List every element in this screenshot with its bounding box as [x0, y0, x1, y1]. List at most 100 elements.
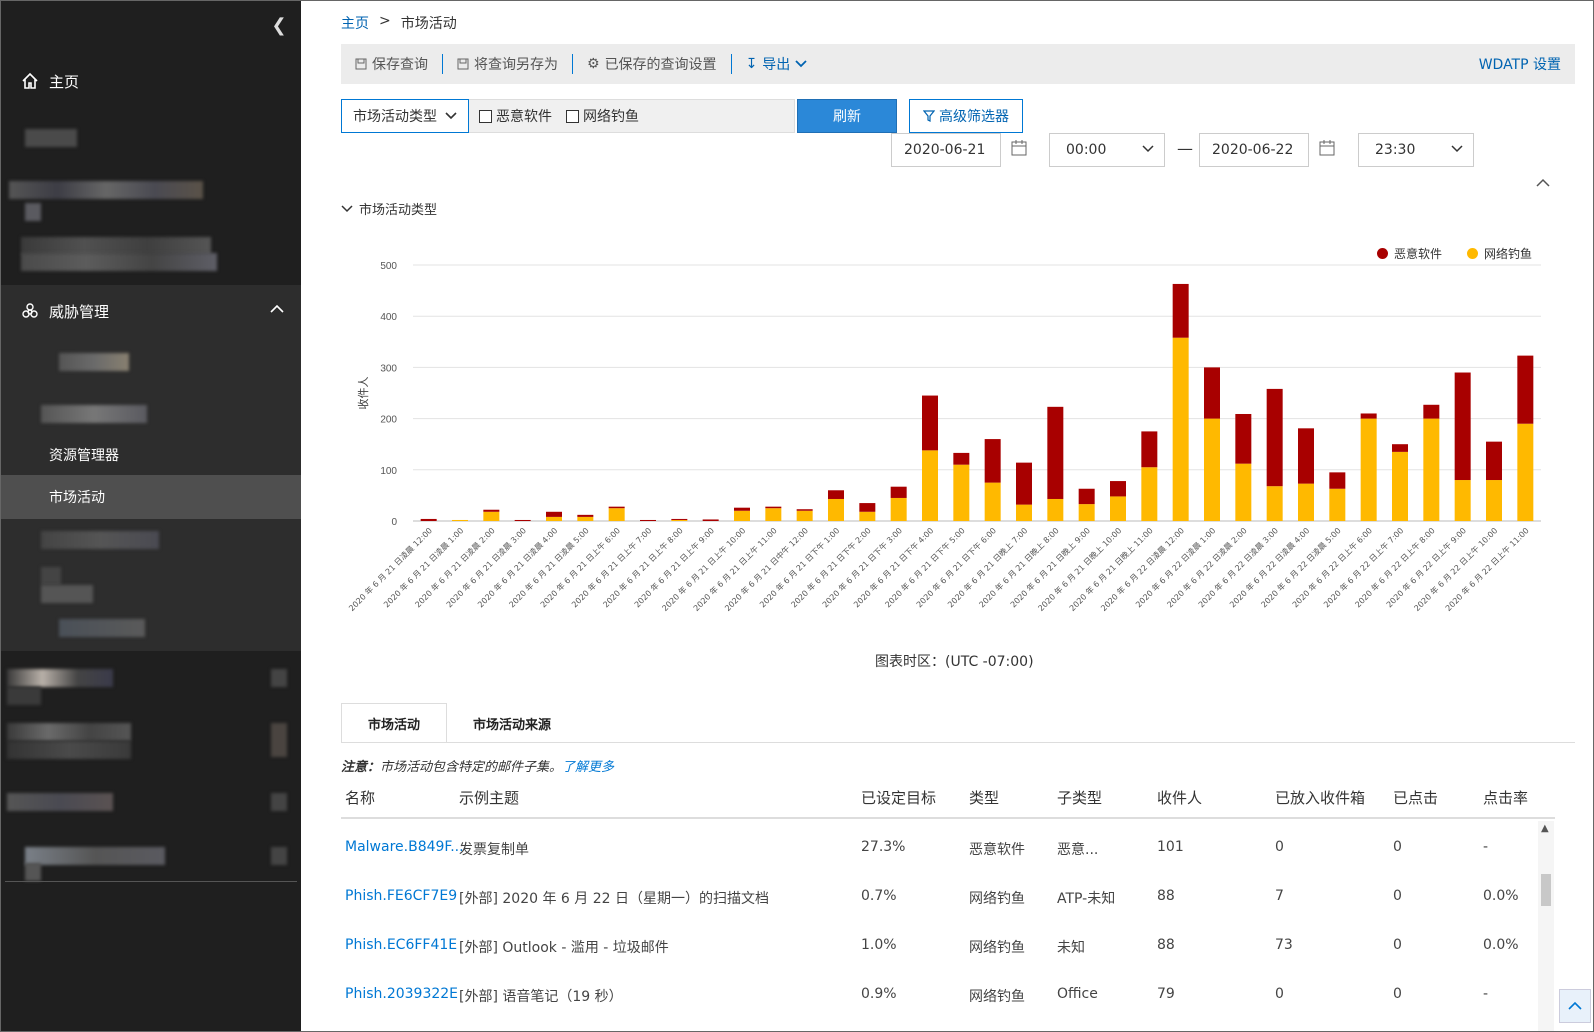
- phish-checkbox-label: 网络钓鱼: [583, 109, 639, 125]
- bar-phish: [984, 482, 1001, 521]
- column-header[interactable]: 已点击: [1393, 787, 1438, 808]
- export-button[interactable]: ↧ 导出: [732, 54, 822, 74]
- scrollbar-thumb[interactable]: [1541, 874, 1551, 906]
- calendar-icon[interactable]: [1011, 140, 1027, 156]
- chart-timezone: 图表时区：(UTC -07:00): [875, 654, 1034, 670]
- redacted-item: [41, 531, 159, 549]
- bar-malware: [1454, 372, 1471, 481]
- y-tick-label: 500: [380, 261, 397, 272]
- advanced-filter-label: 高级筛选器: [939, 109, 1009, 125]
- chevron-down-icon: [341, 204, 353, 212]
- table-cell: 恶意软件: [969, 842, 1025, 858]
- table-row[interactable]: Phish.2039322E [外部] 语音笔记（19 秒） 0.9% 网络钓鱼 Off…: [341, 986, 1541, 1031]
- table-cell: 0: [1393, 986, 1402, 1002]
- learn-more-link[interactable]: 了解更多: [562, 760, 614, 775]
- scroll-up-icon[interactable]: ▲: [1541, 823, 1549, 834]
- table-row[interactable]: Phish.EC6FF41E [外部] Outlook - 滥用 - 垃圾邮件 1.…: [341, 937, 1541, 987]
- table-cell: -: [1483, 839, 1489, 855]
- biohazard-icon: [19, 302, 41, 320]
- table-cell: ATP-未知: [1057, 891, 1116, 907]
- redacted-item: [59, 353, 129, 371]
- wdatp-settings-link[interactable]: WDATP 设置: [1479, 54, 1561, 74]
- column-header[interactable]: 名称: [345, 787, 375, 808]
- campaign-name-link[interactable]: Phish.EC6FF41E: [345, 937, 457, 953]
- start-time-select[interactable]: 00:00: [1049, 133, 1165, 167]
- table-row[interactable]: Malware.B849F... 发票复制单 27.3% 恶意软件 恶意... 101 0 0…: [341, 839, 1541, 889]
- column-header[interactable]: 子类型: [1057, 787, 1102, 808]
- breadcrumb-current: 市场活动: [400, 16, 457, 32]
- chart-section-title: 市场活动类型: [359, 203, 438, 218]
- table-row[interactable]: Phish.FE6CF7E9 [外部] 2020 年 6 月 22 日（星期一）的…: [341, 888, 1541, 938]
- bar-malware: [1298, 428, 1314, 484]
- bar-phish: [1016, 504, 1032, 521]
- save-as-label: 将查询另存为: [474, 57, 558, 73]
- campaign-name-link[interactable]: Phish.FE6CF7E9: [345, 888, 457, 904]
- table-cell: 0.7%: [861, 888, 897, 904]
- column-header[interactable]: 点击率: [1483, 787, 1528, 808]
- redacted-item: [271, 723, 287, 757]
- sidebar: ❮ 主页 威胁管理 资源管理器 市场活动: [1, 1, 301, 1031]
- table-cell: 0.0%: [1483, 937, 1519, 953]
- end-date-field[interactable]: 2020-06-22: [1199, 133, 1309, 167]
- phish-checkbox[interactable]: 网络钓鱼: [566, 106, 639, 126]
- column-header[interactable]: 已设定目标: [861, 787, 936, 808]
- checkbox-box[interactable]: [566, 109, 579, 123]
- sidebar-item-label: 主页: [49, 72, 80, 91]
- campaign-type-dropdown[interactable]: 市场活动类型: [341, 99, 469, 133]
- table-cell: 0: [1393, 937, 1402, 953]
- bar-malware: [1360, 413, 1377, 419]
- chevron-up-icon[interactable]: [269, 301, 285, 319]
- table-scrollbar[interactable]: [1538, 821, 1554, 1031]
- campaign-name-link[interactable]: Phish.2039322E: [345, 986, 458, 1002]
- breadcrumb-home-link[interactable]: 主页: [341, 13, 369, 33]
- bar-phish: [1360, 418, 1377, 521]
- checkbox-box[interactable]: [479, 109, 492, 123]
- bar-malware: [1172, 283, 1189, 338]
- collapse-nav-icon[interactable]: ❮: [269, 15, 289, 37]
- chart-section-toggle[interactable]: 市场活动类型: [341, 199, 437, 218]
- bar-malware: [546, 511, 562, 517]
- malware-checkbox-label: 恶意软件: [496, 109, 552, 125]
- sidebar-item-explorer[interactable]: 资源管理器: [1, 437, 301, 473]
- sidebar-item-threat-management[interactable]: 威胁管理: [1, 293, 301, 329]
- redacted-item: [271, 669, 287, 687]
- table-cell: 79: [1157, 986, 1175, 1002]
- column-header[interactable]: 类型: [969, 787, 999, 808]
- malware-checkbox[interactable]: 恶意软件: [479, 106, 552, 126]
- y-tick-label: 400: [380, 312, 397, 323]
- end-time-select[interactable]: 23:30: [1358, 133, 1474, 167]
- advanced-filter-button[interactable]: 高级筛选器: [909, 99, 1023, 133]
- calendar-icon[interactable]: [1319, 140, 1335, 156]
- date-range-separator: —: [1177, 139, 1193, 158]
- table-cell: 恶意...: [1057, 842, 1099, 858]
- saved-settings-button[interactable]: ⚙ 已保存的查询设置: [573, 54, 731, 74]
- bar-malware: [671, 518, 688, 520]
- save-as-button[interactable]: 将查询另存为: [443, 54, 572, 74]
- chevron-down-icon: [445, 112, 457, 120]
- redacted-item: [41, 405, 147, 423]
- tab-campaigns[interactable]: 市场活动: [341, 703, 448, 743]
- collapse-chart-icon[interactable]: [1535, 177, 1551, 189]
- column-header[interactable]: 示例主题: [459, 787, 519, 808]
- breadcrumb: 主页 > 市场活动: [341, 13, 457, 33]
- tab-campaign-sources[interactable]: 市场活动来源: [447, 703, 577, 743]
- sidebar-item-label: 资源管理器: [49, 448, 119, 464]
- column-header[interactable]: 收件人: [1157, 787, 1202, 808]
- sidebar-item-home[interactable]: 主页: [1, 63, 301, 99]
- campaign-name-link[interactable]: Malware.B849F...: [345, 839, 464, 855]
- sidebar-item-campaigns[interactable]: 市场活动: [1, 479, 301, 515]
- redacted-item: [271, 847, 287, 865]
- save-query-button[interactable]: 保存查询: [341, 54, 442, 74]
- scroll-to-top-button[interactable]: [1559, 989, 1591, 1023]
- bar-malware: [765, 506, 782, 509]
- bar-phish: [483, 511, 500, 521]
- refresh-button[interactable]: 刷新: [797, 99, 897, 133]
- redacted-item: [41, 585, 93, 603]
- column-header[interactable]: 已放入收件箱: [1275, 787, 1365, 808]
- start-date-field[interactable]: 2020-06-21: [891, 133, 1001, 167]
- table-cell: 0: [1275, 986, 1284, 1002]
- table-cell: -: [1483, 986, 1489, 1002]
- redacted-item: [41, 567, 61, 585]
- bar-phish: [1266, 486, 1283, 521]
- bar-phish: [1298, 483, 1314, 521]
